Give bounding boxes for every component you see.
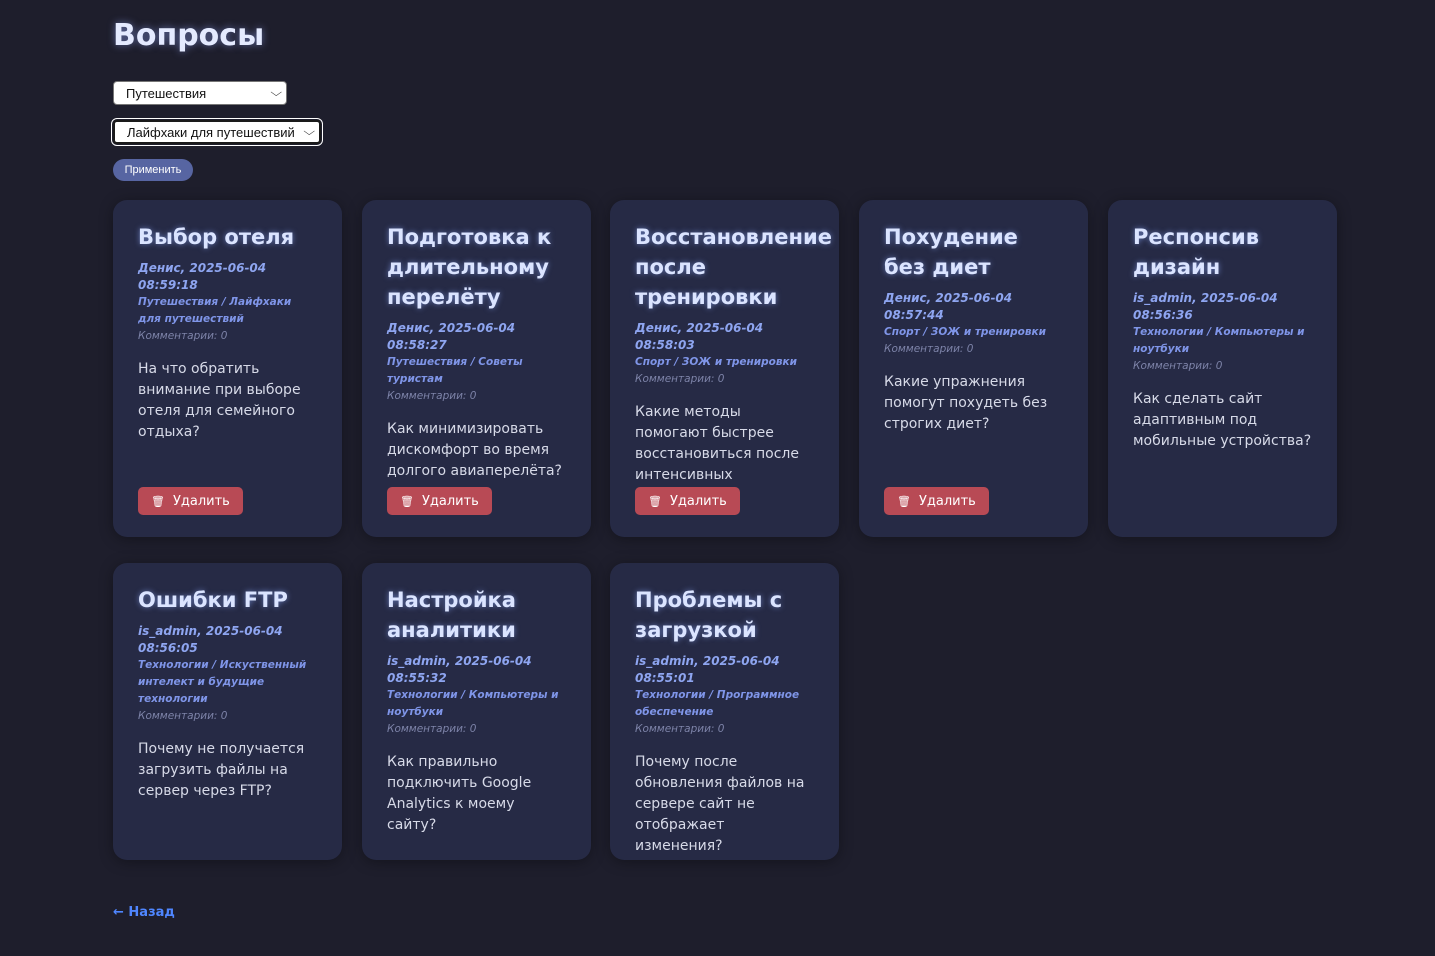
delete-button[interactable]: 🗑 Удалить [635,487,740,515]
question-card: Восстановление после тренировки Денис, 2… [610,200,839,537]
delete-label: Удалить [172,493,230,509]
question-comments: Комментарии: 0 [138,710,228,722]
question-meta: Денис, 2025-06-04 08:57:44 Спорт / ЗОЖ и… [884,290,1063,358]
trash-icon: 🗑 [400,494,414,508]
question-text: На что обратить внимание при выборе отел… [138,361,301,440]
question-comments: Комментарии: 0 [635,723,725,735]
question-text: Почему не получается загрузить файлы на … [138,741,305,799]
chevron-down-icon: ⌵ [302,125,315,138]
question-category: Технологии / Компьютеры и ноутбуки [1133,326,1305,355]
apply-button[interactable]: Применить [113,159,193,181]
delete-label: Удалить [669,493,727,509]
subcategory-select[interactable]: Лайфхаки для путешествий ⌵ [111,118,323,146]
question-card: Похудение без диет Денис, 2025-06-04 08:… [859,200,1088,537]
question-text: Как сделать сайт адаптивным под мобильны… [1133,391,1312,449]
question-meta: Денис, 2025-06-04 08:58:03 Спорт / ЗОЖ и… [635,320,814,388]
delete-button[interactable]: 🗑 Удалить [138,487,243,515]
question-text: Как минимизировать дискомфорт во время д… [387,421,562,479]
question-author: is_admin, 2025-06-04 08:56:05 [138,624,283,655]
question-category: Технологии / Компьютеры и ноутбуки [387,689,559,718]
question-card: Респонсив дизайн is_admin, 2025-06-04 08… [1108,200,1337,537]
back-link[interactable]: ← Назад [113,905,175,920]
trash-icon: 🗑 [648,494,662,508]
question-title[interactable]: Выбор отеля [138,222,317,252]
question-category: Технологии / Искуственный интелект и буд… [138,659,307,705]
question-card: Проблемы с загрузкой is_admin, 2025-06-0… [610,563,839,860]
category-select-value: Путешествия [126,85,207,101]
page-title: Вопросы [113,18,265,53]
question-author: Денис, 2025-06-04 08:59:18 [138,261,267,292]
question-author: Денис, 2025-06-04 08:58:03 [635,321,764,352]
delete-label: Удалить [421,493,479,509]
question-comments: Комментарии: 0 [387,723,477,735]
question-comments: Комментарии: 0 [138,330,228,342]
question-card: Подготовка к длительному перелёту Денис,… [362,200,591,537]
trash-icon: 🗑 [151,494,165,508]
question-category: Спорт / ЗОЖ и тренировки [635,356,798,368]
question-meta: is_admin, 2025-06-04 08:55:01 Технологии… [635,653,814,738]
question-author: Денис, 2025-06-04 08:58:27 [387,321,516,352]
question-title[interactable]: Подготовка к длительному перелёту [387,222,566,312]
question-meta: Денис, 2025-06-04 08:58:27 Путешествия /… [387,320,566,405]
question-comments: Комментарии: 0 [884,343,974,355]
question-title[interactable]: Похудение без диет [884,222,1063,282]
question-title[interactable]: Респонсив дизайн [1133,222,1312,282]
delete-button[interactable]: 🗑 Удалить [387,487,492,515]
question-category: Путешествия / Советы туристам [387,356,523,385]
question-author: is_admin, 2025-06-04 08:55:32 [387,654,532,685]
question-card: Выбор отеля Денис, 2025-06-04 08:59:18 П… [113,200,342,537]
question-card: Ошибки FTP is_admin, 2025-06-04 08:56:05… [113,563,342,860]
question-comments: Комментарии: 0 [387,390,477,402]
delete-label: Удалить [918,493,976,509]
question-category: Путешествия / Лайфхаки для путешествий [138,296,292,325]
question-text: Почему после обновления файлов на сервер… [635,754,805,854]
question-meta: is_admin, 2025-06-04 08:56:05 Технологии… [138,623,317,725]
question-title[interactable]: Настройка аналитики [387,585,566,645]
category-select[interactable]: Путешествия ⌵ [113,81,287,105]
subcategory-select-value: Лайфхаки для путешествий [127,124,295,140]
question-category: Спорт / ЗОЖ и тренировки [884,326,1047,338]
question-title[interactable]: Восстановление после тренировки [635,222,832,312]
question-author: is_admin, 2025-06-04 08:55:01 [635,654,780,685]
question-title[interactable]: Ошибки FTP [138,585,317,615]
question-text: Какие упражнения помогут похудеть без ст… [884,374,1048,432]
question-comments: Комментарии: 0 [635,373,725,385]
delete-button[interactable]: 🗑 Удалить [884,487,989,515]
trash-icon: 🗑 [897,494,911,508]
question-text: Как правильно подключить Google Analytic… [387,754,532,833]
question-meta: Денис, 2025-06-04 08:59:18 Путешествия /… [138,260,317,345]
chevron-down-icon: ⌵ [269,86,282,99]
question-author: is_admin, 2025-06-04 08:56:36 [1133,291,1278,322]
question-comments: Комментарии: 0 [1133,360,1223,372]
question-card: Настройка аналитики is_admin, 2025-06-04… [362,563,591,860]
question-meta: is_admin, 2025-06-04 08:55:32 Технологии… [387,653,566,738]
question-author: Денис, 2025-06-04 08:57:44 [884,291,1013,322]
question-meta: is_admin, 2025-06-04 08:56:36 Технологии… [1133,290,1312,375]
question-title[interactable]: Проблемы с загрузкой [635,585,814,645]
question-category: Технологии / Программное обеспечение [635,689,800,718]
